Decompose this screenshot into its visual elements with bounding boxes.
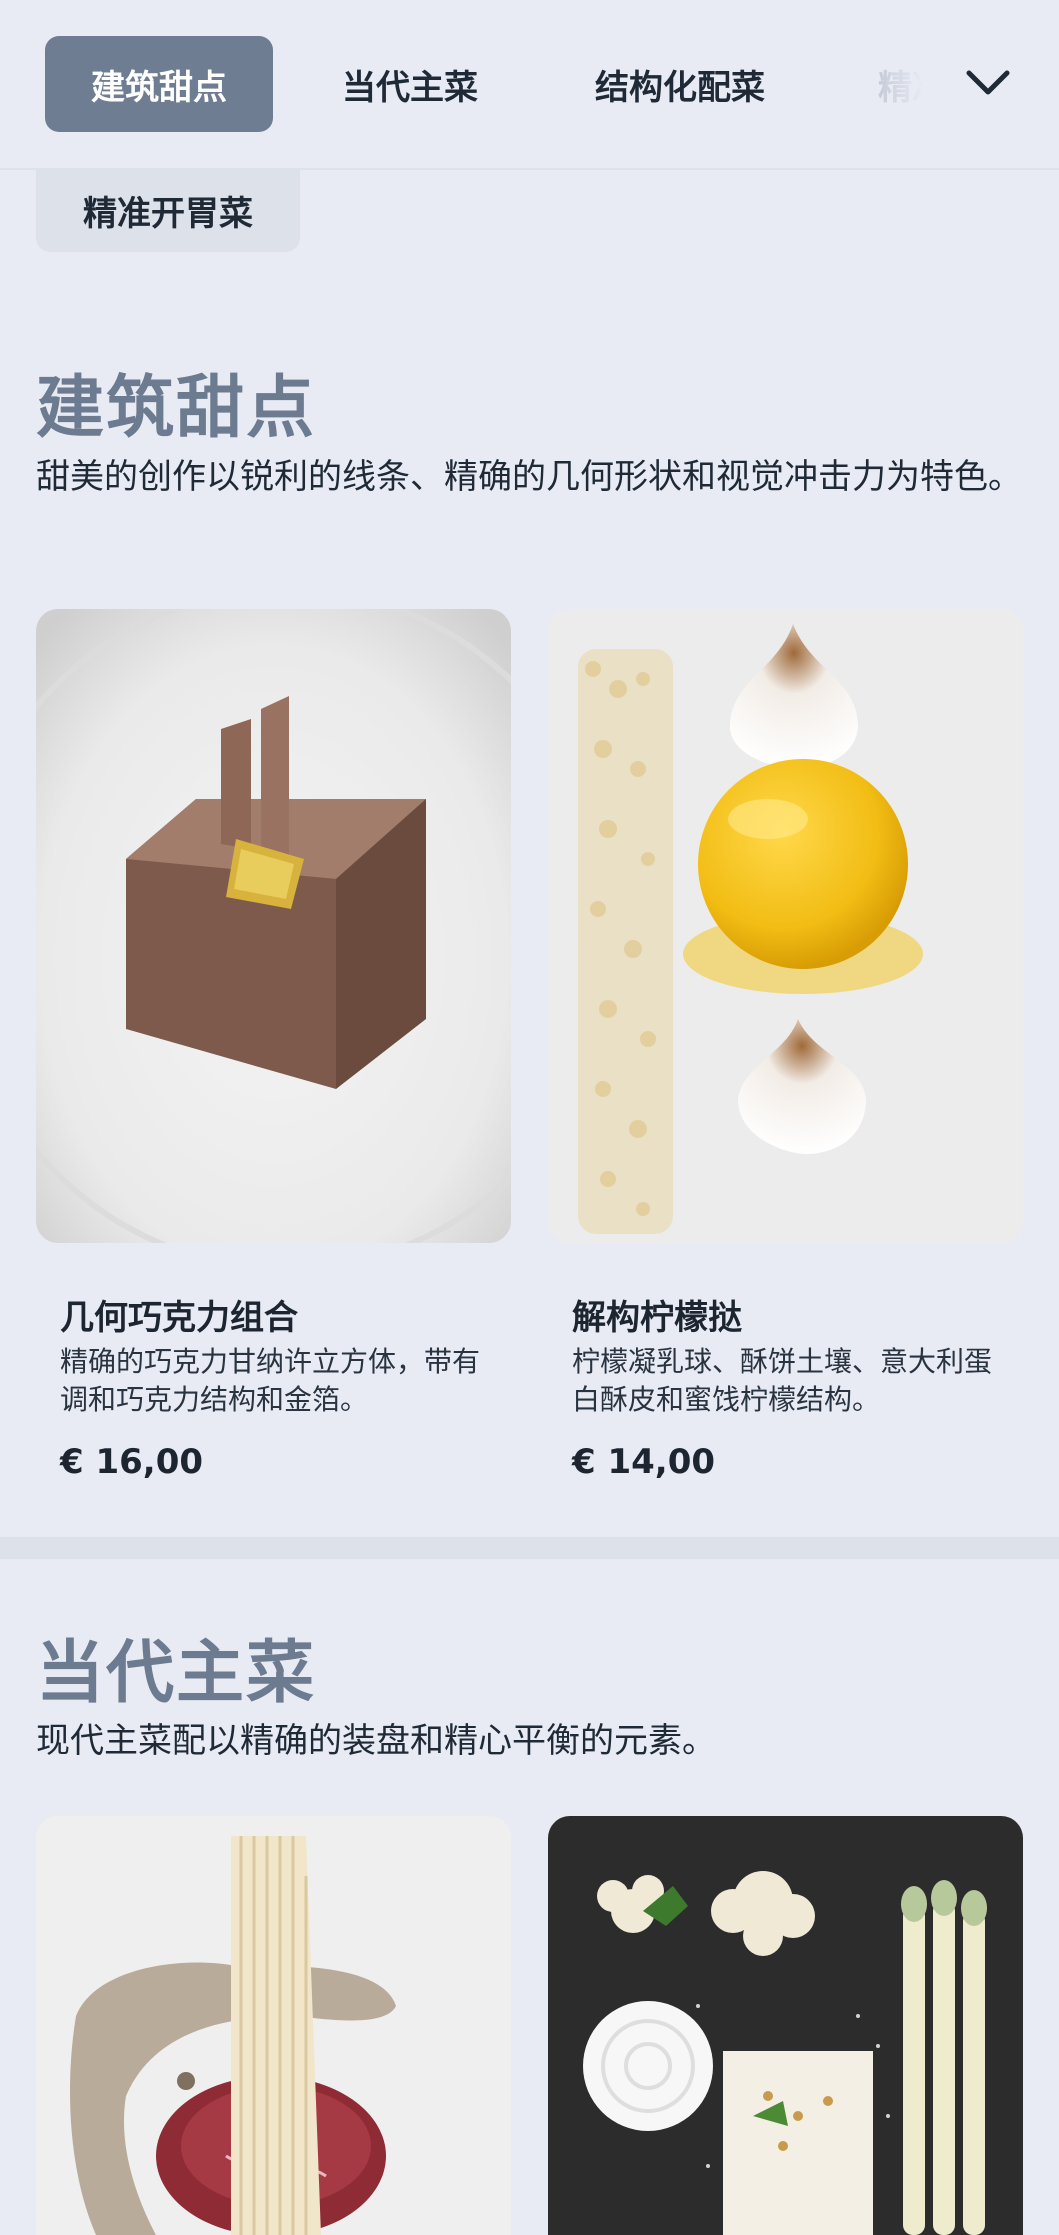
dish-price: € 14,00: [572, 1442, 716, 1482]
dish-price: € 16,00: [60, 1442, 204, 1482]
dish-name: 解构柠檬挞: [572, 1298, 742, 1338]
tab-architectural-desserts[interactable]: 建筑甜点: [45, 36, 273, 132]
dish-description: 柠檬凝乳球、酥饼土壤、意大利蛋白酥皮和蜜饯柠檬结构。: [572, 1345, 993, 1416]
section-description: 甜美的创作以锐利的线条、精确的几何形状和视觉冲击力为特色。: [36, 457, 1022, 497]
dish-image-chocolate-cube[interactable]: [36, 609, 511, 1243]
section-title: 建筑甜点: [36, 369, 317, 448]
dish-image-beef[interactable]: [36, 1816, 511, 2235]
dish-image-cauliflower[interactable]: [548, 1816, 1023, 2235]
section-description: 现代主菜配以精确的装盘和精心平衡的元素。: [36, 1721, 716, 1761]
chevron-down-icon: [966, 70, 1010, 95]
tab-contemporary-mains[interactable]: 当代主菜: [320, 36, 500, 132]
dish-image-lemon-tart[interactable]: [548, 609, 1023, 1243]
dish-description: 精确的巧克力甘纳许立方体，带有调和巧克力结构和金箔。: [60, 1345, 481, 1416]
tab-structured-sides[interactable]: 结构化配菜: [570, 36, 790, 132]
section-title: 当代主菜: [36, 1634, 317, 1713]
expand-tabs-button[interactable]: [945, 40, 1031, 126]
overflow-tab-precision-appetizers[interactable]: 精准开胃菜: [36, 168, 300, 252]
category-nav: 建筑甜点 当代主菜 结构化配菜 精准开胃菜: [0, 0, 1059, 170]
dish-name: 几何巧克力组合: [60, 1298, 298, 1338]
tab-precision-appetizers[interactable]: 精准开胃菜: [878, 36, 948, 132]
section-divider: [0, 1537, 1059, 1559]
